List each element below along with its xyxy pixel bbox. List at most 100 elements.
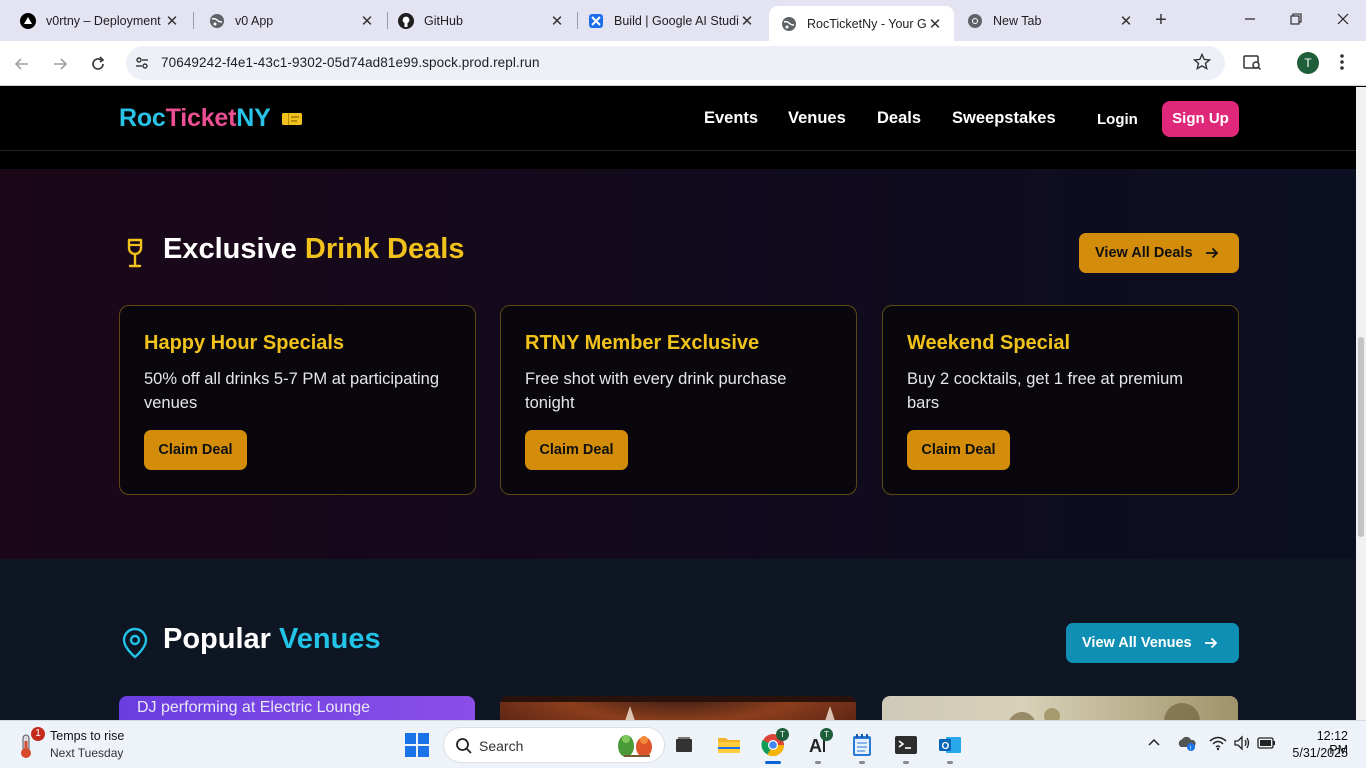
- deal-description: Buy 2 cocktails, get 1 free at premium b…: [907, 370, 1184, 412]
- tab-separator: [193, 12, 194, 29]
- weather-headline[interactable]: Temps to rise: [50, 729, 124, 743]
- browser-tab[interactable]: GitHub ✕: [386, 6, 576, 35]
- chrome-profile-badge: T: [776, 728, 789, 741]
- tab-title: New Tab: [993, 13, 1042, 28]
- page-scrollbar[interactable]: [1356, 87, 1366, 720]
- profile-avatar[interactable]: T: [1297, 52, 1319, 74]
- terminal-icon[interactable]: [891, 730, 921, 760]
- volume-icon[interactable]: [1233, 735, 1251, 756]
- title-text: Popular: [163, 623, 280, 655]
- url-text: 70649242-f4e1-43c1-9302-05d74ad81e99.spo…: [161, 55, 540, 70]
- chevron-up-icon[interactable]: [1147, 735, 1161, 754]
- tab-title: v0rtny – Deployment O: [46, 13, 163, 28]
- close-tab-icon[interactable]: ✕: [926, 15, 944, 33]
- restore-button[interactable]: [1284, 8, 1308, 32]
- reload-button[interactable]: [86, 52, 110, 76]
- windows-start-icon[interactable]: [405, 733, 429, 762]
- title-accent: Drink Deals: [304, 233, 465, 265]
- search-placeholder: Search: [479, 738, 524, 754]
- venue-card-image[interactable]: [882, 696, 1238, 720]
- nav-deals[interactable]: Deals: [877, 109, 921, 128]
- claim-deal-button[interactable]: Claim Deal: [907, 430, 1010, 470]
- new-tab-button[interactable]: +: [1149, 8, 1173, 32]
- windows-taskbar: 1 Temps to rise Next Tuesday Search T A …: [0, 720, 1366, 768]
- chrome-icon: [967, 13, 983, 29]
- tab-title: RocTicketNy - Your Ga: [807, 16, 926, 31]
- outlook-icon[interactable]: O: [935, 730, 965, 760]
- deal-title: Happy Hour Specials: [144, 332, 345, 354]
- svg-text:O: O: [942, 741, 950, 752]
- logo-part-ny: NY: [236, 104, 271, 132]
- drink-deals-title: Exclusive Drink Deals: [163, 233, 464, 266]
- taskbar-date[interactable]: 5/31/2025: [1288, 746, 1348, 760]
- browser-tab[interactable]: v0 App ✕: [197, 6, 386, 35]
- scrollbar-thumb[interactable]: [1358, 337, 1364, 537]
- venue-photo: [1009, 703, 1200, 720]
- venue-card-image[interactable]: [500, 696, 856, 720]
- nav-sweepstakes[interactable]: Sweepstakes: [952, 109, 1056, 128]
- globe-icon: [209, 13, 225, 29]
- nav-events[interactable]: Events: [704, 109, 758, 128]
- title-accent: Venues: [279, 623, 381, 655]
- close-tab-icon[interactable]: ✕: [738, 12, 756, 30]
- minimize-button[interactable]: [1238, 8, 1262, 32]
- view-all-venues-button[interactable]: View All Venues: [1066, 623, 1239, 663]
- globe-icon: [781, 16, 797, 32]
- back-button[interactable]: [10, 52, 34, 76]
- browser-tab[interactable]: v0rtny – Deployment O ✕: [8, 6, 191, 35]
- popular-venues-title: Popular Venues: [163, 623, 381, 656]
- deal-card: Weekend Special Buy 2 cocktails, get 1 f…: [882, 305, 1239, 495]
- browser-tab[interactable]: Build | Google AI Studi ✕: [576, 6, 766, 35]
- sign-up-button[interactable]: Sign Up: [1162, 101, 1239, 137]
- close-window-button[interactable]: [1331, 8, 1355, 32]
- venue-photo: [500, 696, 856, 720]
- close-tab-icon[interactable]: ✕: [358, 12, 376, 30]
- deal-card: Happy Hour Specials 50% off all drinks 5…: [119, 305, 476, 495]
- ticket-icon: [282, 112, 302, 131]
- browser-tab-active[interactable]: RocTicketNy - Your Ga ✕: [769, 6, 954, 41]
- title-text: Exclusive: [163, 233, 305, 265]
- forward-button[interactable]: [48, 52, 72, 76]
- map-pin-icon: [121, 627, 149, 664]
- taskbar-search-box[interactable]: Search: [443, 727, 665, 763]
- button-label: View All Deals: [1095, 245, 1193, 261]
- view-all-deals-button[interactable]: View All Deals: [1079, 233, 1239, 273]
- claim-deal-button[interactable]: Claim Deal: [144, 430, 247, 470]
- wifi-icon[interactable]: [1209, 735, 1227, 756]
- outlook-running-indicator: [947, 761, 953, 764]
- deal-title: RTNY Member Exclusive: [525, 332, 760, 354]
- svg-text:i: i: [1190, 746, 1191, 752]
- site-logo[interactable]: RocTicketNY: [119, 104, 271, 133]
- wine-glass-icon: [122, 237, 148, 276]
- chrome-running-indicator: [765, 761, 781, 764]
- weather-subtext[interactable]: Next Tuesday: [50, 746, 123, 760]
- tab-title: Build | Google AI Studi: [614, 13, 738, 28]
- tab-search-icon[interactable]: [1242, 52, 1262, 77]
- deal-title: Weekend Special: [907, 332, 1071, 354]
- arrow-right-icon: [1204, 636, 1218, 650]
- ai-app-profile-badge: T: [820, 728, 833, 741]
- vercel-icon: [20, 12, 36, 29]
- address-bar[interactable]: 70649242-f4e1-43c1-9302-05d74ad81e99.spo…: [126, 46, 1225, 80]
- button-label: View All Venues: [1082, 635, 1192, 651]
- battery-icon[interactable]: [1257, 735, 1277, 756]
- close-tab-icon[interactable]: ✕: [1117, 12, 1135, 30]
- login-link[interactable]: Login: [1097, 111, 1138, 128]
- tab-title: GitHub: [424, 13, 463, 28]
- browser-tab[interactable]: New Tab ✕: [955, 6, 1145, 35]
- close-tab-icon[interactable]: ✕: [548, 12, 566, 30]
- browser-menu-icon[interactable]: [1334, 52, 1350, 77]
- bookmark-star-icon[interactable]: [1192, 52, 1212, 76]
- site-info-icon[interactable]: [134, 55, 150, 76]
- task-view-icon[interactable]: [669, 730, 699, 760]
- notepad-icon[interactable]: [847, 730, 877, 760]
- claim-deal-button[interactable]: Claim Deal: [525, 430, 628, 470]
- file-explorer-icon[interactable]: [714, 730, 744, 760]
- close-tab-icon[interactable]: ✕: [163, 12, 181, 30]
- web-page: RocTicketNY Events Venues Deals Sweepsta…: [0, 87, 1356, 720]
- nav-venues[interactable]: Venues: [788, 109, 846, 128]
- onedrive-icon[interactable]: i: [1177, 735, 1197, 756]
- site-header: RocTicketNY Events Venues Deals Sweepsta…: [0, 87, 1356, 151]
- venue-card-image[interactable]: DJ performing at Electric Lounge: [119, 696, 475, 720]
- broken-image-alt-text: DJ performing at Electric Lounge: [137, 699, 370, 716]
